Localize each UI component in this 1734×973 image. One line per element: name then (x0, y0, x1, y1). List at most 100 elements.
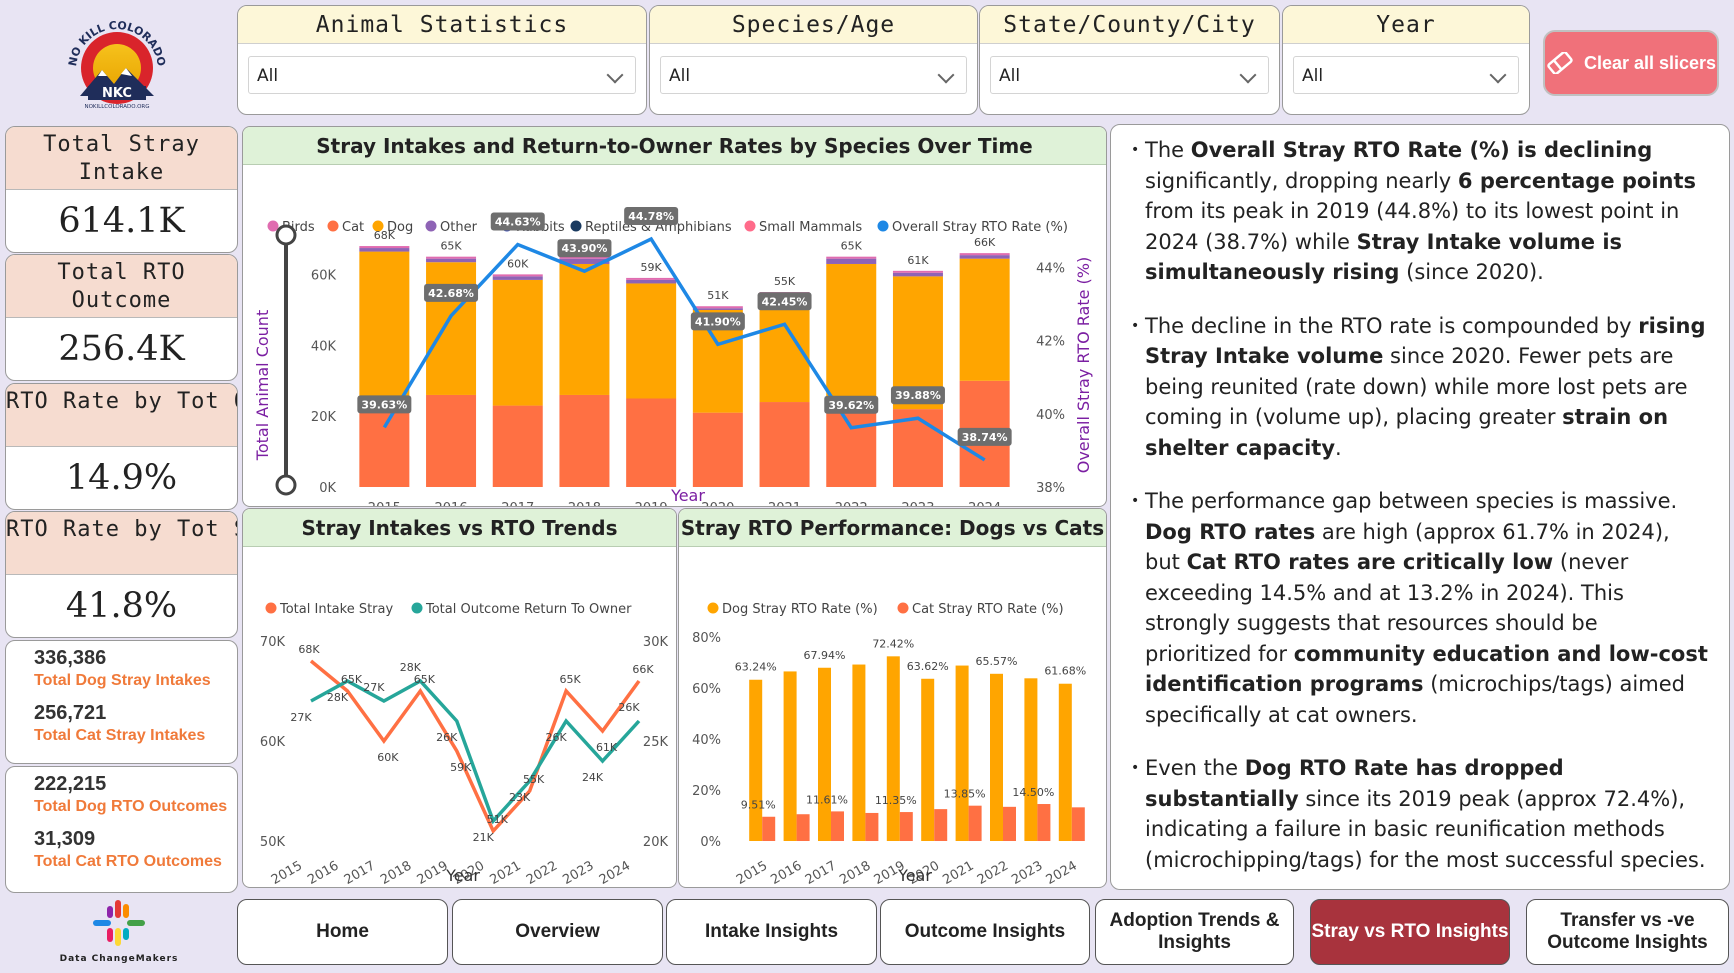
slicer-state-county-city[interactable]: State/County/City All (979, 5, 1280, 115)
slicer-animal-statistics[interactable]: Animal Statistics All (237, 5, 647, 115)
bar-dog (1058, 683, 1072, 841)
trends-line-chart-card: Stray Intakes vs RTO Trends Total Intake… (242, 508, 677, 888)
legend-label: Other (440, 220, 478, 235)
slicer-title: Animal Statistics (238, 6, 646, 44)
dog-cat-bar-chart: Dog Stray RTO Rate (%) Cat Stray RTO Rate… (692, 602, 1086, 888)
cat-data-label: 11.61% (806, 793, 848, 806)
cat-data-label: 9.51% (741, 799, 776, 812)
logo-mid-text: NKC (102, 86, 132, 101)
nav-transfer-vs-ve-outcome-insights-button[interactable]: Transfer vs -ve Outcome Insights (1526, 899, 1729, 965)
nav-home-button[interactable]: Home (237, 899, 448, 965)
intake-data-label: 51K (487, 813, 509, 826)
y-tick-label: 0% (700, 835, 721, 850)
insight-bullet: Even the Dog RTO Rate has dropped substa… (1131, 753, 1709, 875)
y-tick-label: 20K (311, 410, 337, 425)
slicer-dropdown[interactable]: All (990, 56, 1269, 94)
nav-outcome-insights-button[interactable]: Outcome Insights (880, 899, 1090, 965)
bar-segment-cat (692, 412, 743, 487)
stat-label: Total Dog RTO Outcomes (34, 798, 228, 815)
x-axis-label: Year (670, 486, 705, 505)
rate-label: 41.90% (695, 315, 741, 328)
x-tick-label: 2016 (435, 501, 468, 507)
nav-adoption-trends-insights-button[interactable]: Adoption Trends & Insights (1095, 899, 1294, 965)
bar-segment-dog (626, 283, 677, 399)
x-tick-label: 2019 (635, 501, 668, 507)
cat-data-label: 13.85% (944, 788, 986, 801)
x-tick-label: 2018 (568, 501, 601, 507)
stat-label: Total Cat RTO Outcomes (34, 853, 222, 870)
kpi-value: 256.4K (58, 329, 185, 369)
dog-data-label: 67.94% (804, 649, 846, 662)
x-tick-label: 2021 (940, 858, 976, 888)
kpi-title: RTO Rate by Tot Outcomes (6, 384, 237, 447)
legend-label: Overall Stray RTO Rate (%) (892, 220, 1068, 235)
insight-bullet: The performance gap between species is m… (1131, 486, 1709, 730)
rate-label: 43.90% (562, 242, 608, 255)
x-tick-label: 2020 (701, 501, 734, 507)
slicer-value: All (999, 66, 1021, 86)
y-tick-label: 60% (692, 682, 721, 697)
bar-cat (934, 809, 948, 841)
bar-total-label: 55K (774, 275, 796, 288)
insight-bullet: The decline in the RTO rate is compounde… (1131, 311, 1709, 464)
range-slider-handle (275, 474, 297, 496)
x-tick-label: 2023 (1009, 858, 1045, 888)
nav-button-label: Stray vs RTO Insights (1311, 921, 1509, 942)
legend-label: Total Outcome Return To Owner (425, 602, 632, 617)
bar-segment-other (626, 279, 677, 284)
y-tick-label: 40K (311, 339, 337, 354)
clear-slicers-button[interactable]: Clear all slicers (1543, 30, 1719, 96)
nav-overview-button[interactable]: Overview (452, 899, 663, 965)
bar-segment-dog (359, 251, 410, 399)
logo-url-text: NOKILLCOLORADO.ORG (84, 104, 149, 110)
y-tick-label: 50K (260, 835, 286, 850)
x-tick-label: 2016 (768, 858, 804, 888)
bar-total-label: 68K (374, 229, 396, 242)
y2-tick-label: 25K (643, 735, 669, 750)
legend-label: Cat (342, 220, 364, 235)
rate-label: 44.63% (495, 216, 541, 229)
slicer-dropdown[interactable]: All (248, 56, 636, 94)
legend-label: Small Mammals (759, 220, 862, 235)
intake-data-label: 65K (560, 673, 582, 686)
nav-intake-insights-button[interactable]: Intake Insights (666, 899, 877, 965)
legend-marker (265, 602, 277, 614)
x-tick-label: 2018 (378, 858, 414, 888)
legend-label: Total Intake Stray (279, 602, 393, 617)
x-tick-label: 2015 (734, 858, 770, 888)
nav-button-label: Outcome Insights (904, 921, 1066, 942)
kpi-title: Total RTO Outcome (6, 255, 237, 318)
bar-segment-birds (826, 256, 877, 259)
legend-marker (411, 602, 423, 614)
intake-data-label: 66K (632, 663, 654, 676)
bar-cat (1037, 804, 1051, 841)
bar-dog (955, 665, 969, 841)
rto-data-label: 23K (509, 791, 531, 804)
legend-marker (897, 602, 909, 614)
y-axis-label: Total Animal Count (253, 310, 272, 461)
slicer-dropdown[interactable]: All (1293, 56, 1519, 94)
intake-data-label: 55K (523, 773, 545, 786)
bar-segment-dog (559, 263, 610, 395)
bar-total-label: 66K (974, 236, 996, 249)
dog-data-label: 61.68% (1044, 665, 1086, 678)
rate-label: 39.88% (895, 389, 941, 402)
bar-cat (968, 805, 982, 841)
nav-button-label: Overview (515, 921, 600, 942)
x-tick-label: 2017 (501, 501, 534, 507)
x-axis-label: Year (445, 866, 480, 885)
slicer-value: All (669, 66, 691, 86)
bar-cat (762, 816, 776, 841)
slicer-dropdown[interactable]: All (660, 56, 967, 94)
slicer-species-age[interactable]: Species/Age All (649, 5, 978, 115)
kpi-total-stray-intake: Total Stray Intake 614.1K (5, 126, 238, 253)
x-tick-label: 2021 (768, 501, 801, 507)
cat-data-label: 11.35% (875, 794, 917, 807)
y-tick-label: 60K (311, 269, 337, 284)
bar-segment-dog (426, 262, 477, 395)
bar-total-label: 60K (507, 257, 529, 270)
slicer-year[interactable]: Year All (1282, 5, 1530, 115)
bar-segment-other (692, 308, 743, 310)
kpi-title: Total Stray Intake (6, 127, 237, 190)
nav-stray-vs-rto-insights-button[interactable]: Stray vs RTO Insights (1310, 899, 1510, 965)
